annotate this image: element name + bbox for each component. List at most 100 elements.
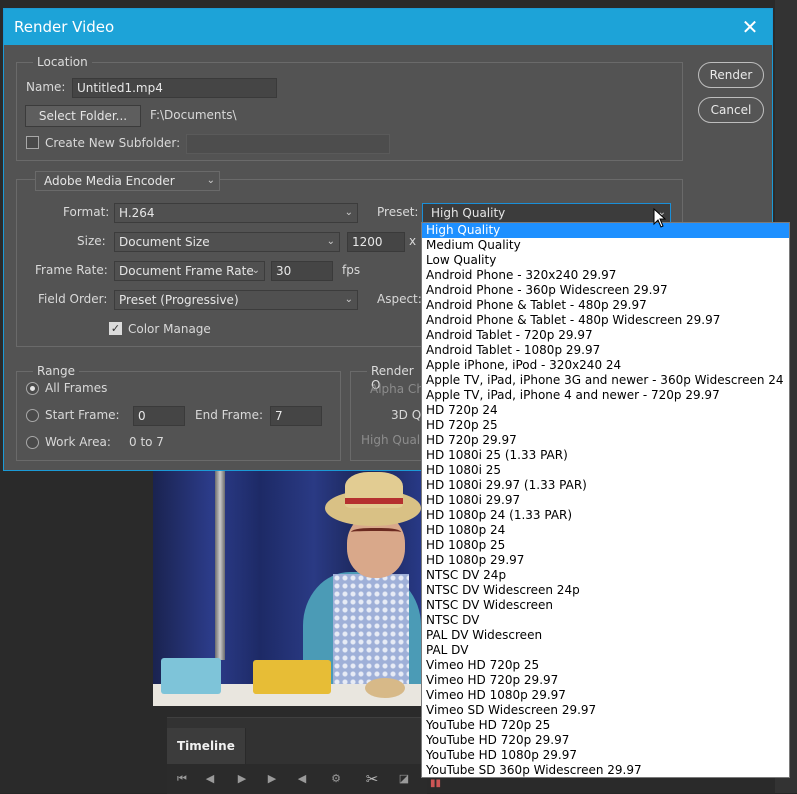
location-legend: Location: [33, 55, 92, 69]
format-label: Format:: [63, 205, 110, 219]
preset-option[interactable]: Low Quality: [422, 253, 789, 268]
preset-option[interactable]: Vimeo HD 1080p 29.97: [422, 688, 789, 703]
frame-rate-select[interactable]: Document Frame Rate ⌄: [114, 261, 265, 281]
chevron-down-icon: ⌄: [326, 236, 335, 247]
end-frame-label: End Frame:: [195, 408, 264, 422]
cancel-button[interactable]: Cancel: [698, 97, 764, 123]
preset-option[interactable]: NTSC DV Widescreen: [422, 598, 789, 613]
preset-option[interactable]: Vimeo HD 720p 29.97: [422, 673, 789, 688]
preset-option[interactable]: YouTube HD 720p 25: [422, 718, 789, 733]
preset-option[interactable]: NTSC DV: [422, 613, 789, 628]
chevron-down-icon: ⌄: [344, 207, 353, 218]
preset-option[interactable]: HD 1080p 25: [422, 538, 789, 553]
next-frame-icon[interactable]: ▶: [263, 770, 281, 788]
select-folder-button[interactable]: Select Folder...: [25, 105, 141, 127]
field-order-select[interactable]: Preset (Progressive) ⌄: [114, 290, 358, 310]
photo-hat-band: [345, 498, 403, 504]
preset-option[interactable]: NTSC DV Widescreen 24p: [422, 583, 789, 598]
all-frames-label: All Frames: [45, 381, 108, 395]
encoder-select[interactable]: Adobe Media Encoder ⌄: [35, 171, 220, 191]
preset-option[interactable]: HD 1080i 25 (1.33 PAR): [422, 448, 789, 463]
dialog-titlebar[interactable]: Render Video ✕: [4, 9, 772, 45]
timeline-panel: Timeline ⏮ ◀ ▶ ▶ ◀ ⚙ ✂ ◪: [167, 717, 427, 794]
work-area-value: 0 to 7: [129, 435, 164, 449]
create-subfolder-checkbox[interactable]: [26, 136, 39, 149]
play-icon[interactable]: ▶: [233, 770, 251, 788]
work-area-label: Work Area:: [45, 435, 111, 449]
size-select[interactable]: Document Size ⌄: [114, 232, 340, 252]
preset-option[interactable]: Apple TV, iPad, iPhone 4 and newer - 720…: [422, 388, 789, 403]
preset-option[interactable]: YouTube SD 360p Widescreen 29.97: [422, 763, 789, 777]
preset-option[interactable]: Medium Quality: [422, 238, 789, 253]
close-icon[interactable]: ✕: [738, 15, 762, 39]
preset-option[interactable]: HD 720p 25: [422, 418, 789, 433]
frame-rate-label: Frame Rate:: [35, 263, 108, 277]
preset-option[interactable]: HD 1080i 25: [422, 463, 789, 478]
preset-select-value: High Quality: [431, 206, 506, 220]
size-label: Size:: [77, 234, 106, 248]
preset-option[interactable]: Android Phone & Tablet - 480p Widescreen…: [422, 313, 789, 328]
preset-option[interactable]: High Quality: [422, 223, 789, 238]
preset-select[interactable]: High Quality ⌄: [422, 203, 671, 223]
preset-option[interactable]: Android Phone - 360p Widescreen 29.97: [422, 283, 789, 298]
color-manage-checkbox[interactable]: ✓: [109, 322, 122, 335]
preset-option[interactable]: PAL DV Widescreen: [422, 628, 789, 643]
field-order-select-value: Preset (Progressive): [119, 293, 239, 307]
subfolder-input[interactable]: [186, 134, 390, 154]
preset-option[interactable]: YouTube HD 1080p 29.97: [422, 748, 789, 763]
go-to-first-frame-icon[interactable]: ⏮: [173, 770, 191, 788]
previous-frame-icon[interactable]: ◀: [201, 770, 219, 788]
preset-option[interactable]: HD 1080i 29.97 (1.33 PAR): [422, 478, 789, 493]
preset-option[interactable]: Vimeo SD Widescreen 29.97: [422, 703, 789, 718]
fps-unit: fps: [342, 263, 361, 277]
preset-option[interactable]: HD 1080p 24 (1.33 PAR): [422, 508, 789, 523]
fps-input[interactable]: 30: [271, 261, 333, 281]
end-frame-input[interactable]: 7: [270, 406, 322, 426]
photo-bread: [365, 678, 405, 698]
chevron-down-icon: ⌄: [344, 294, 353, 305]
name-label: Name:: [26, 80, 66, 94]
photo-glasses: [351, 528, 401, 538]
preset-option[interactable]: Apple iPhone, iPod - 320x240 24: [422, 358, 789, 373]
document-canvas-photo: [153, 470, 421, 706]
preset-option[interactable]: Apple TV, iPad, iPhone 3G and newer - 36…: [422, 373, 789, 388]
render-button[interactable]: Render: [698, 62, 764, 88]
width-input[interactable]: 1200: [347, 232, 405, 252]
preset-option[interactable]: HD 1080p 29.97: [422, 553, 789, 568]
all-frames-radio[interactable]: [26, 382, 39, 395]
settings-gear-icon[interactable]: ⚙: [327, 770, 345, 788]
transition-icon[interactable]: ◪: [395, 770, 413, 788]
mute-audio-icon[interactable]: ◀: [293, 770, 311, 788]
size-separator: x: [409, 234, 417, 248]
tab-timeline[interactable]: Timeline: [167, 728, 246, 764]
high-quality-label: High Qualit: [361, 433, 429, 447]
preset-option[interactable]: Vimeo HD 720p 25: [422, 658, 789, 673]
preset-option[interactable]: Android Phone - 320x240 29.97: [422, 268, 789, 283]
work-area-radio[interactable]: [26, 436, 39, 449]
start-frame-input[interactable]: 0: [133, 406, 185, 426]
preset-dropdown-list: High Quality Medium Quality Low Quality And…: [421, 222, 790, 778]
start-frame-radio[interactable]: [26, 409, 39, 422]
playhead-marker-icon[interactable]: ▮▮: [430, 778, 444, 793]
preset-option[interactable]: YouTube HD 720p 29.97: [422, 733, 789, 748]
color-manage-label: Color Manage: [128, 322, 211, 336]
preset-option[interactable]: Android Tablet - 1080p 29.97: [422, 343, 789, 358]
chevron-down-icon: ⌄: [206, 175, 215, 186]
preset-option[interactable]: HD 720p 24: [422, 403, 789, 418]
chevron-down-icon: ⌄: [251, 265, 260, 276]
name-input[interactable]: Untitled1.mp4: [72, 78, 277, 98]
preset-option[interactable]: HD 1080i 29.97: [422, 493, 789, 508]
split-scissors-icon[interactable]: ✂: [363, 770, 381, 788]
preset-option[interactable]: HD 1080p 24: [422, 523, 789, 538]
dialog-title: Render Video: [14, 18, 115, 36]
preset-option[interactable]: NTSC DV 24p: [422, 568, 789, 583]
timeline-toolbar: ⏮ ◀ ▶ ▶ ◀ ⚙ ✂ ◪: [167, 764, 427, 794]
aspect-label: Aspect:: [377, 292, 422, 306]
field-order-label: Field Order:: [38, 292, 108, 306]
preset-option[interactable]: Android Tablet - 720p 29.97: [422, 328, 789, 343]
preset-option[interactable]: Android Phone & Tablet - 480p 29.97: [422, 298, 789, 313]
folder-path: F:\Documents\: [150, 108, 237, 122]
preset-option[interactable]: PAL DV: [422, 643, 789, 658]
preset-option[interactable]: HD 720p 29.97: [422, 433, 789, 448]
format-select[interactable]: H.264 ⌄: [114, 203, 358, 223]
